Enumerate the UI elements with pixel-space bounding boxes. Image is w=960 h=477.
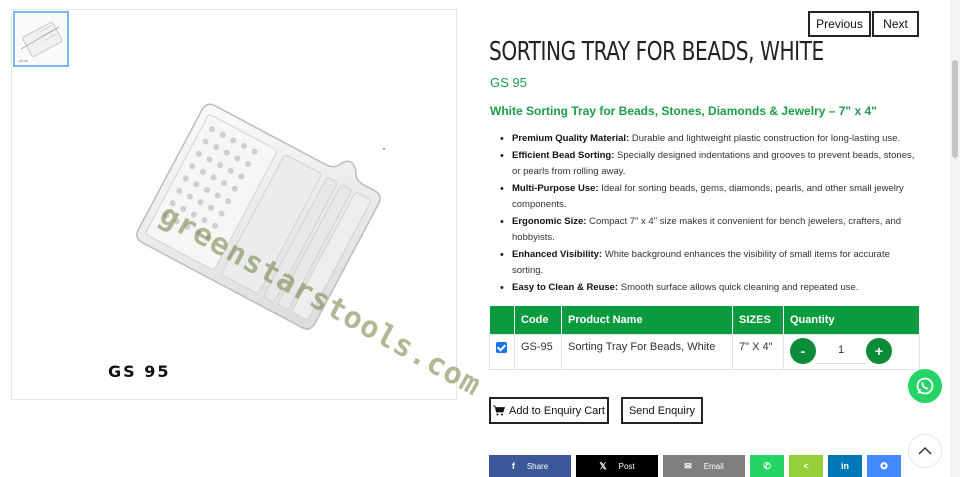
cart-icon xyxy=(493,405,505,416)
quantity-column-header: Quantity xyxy=(783,306,920,334)
facebook-icon: f xyxy=(511,461,515,471)
increase-quantity-button[interactable]: + xyxy=(866,337,892,364)
linkedin-icon: in xyxy=(841,461,849,471)
whatsapp-chat-button[interactable] xyxy=(908,369,942,403)
table-header-row: Code Product Name SIZES Quantity xyxy=(489,306,920,334)
decrease-quantity-button[interactable]: - xyxy=(790,337,816,364)
feature-item: Premium Quality Material: Durable and li… xyxy=(498,131,923,148)
feature-item: Ergonomic Size: Compact 7" x 4" size mak… xyxy=(498,214,923,247)
share-label: Share xyxy=(526,461,549,471)
facebook-share-button[interactable]: f Share xyxy=(489,455,571,477)
previous-button[interactable]: Previous xyxy=(808,11,871,37)
product-subtitle: White Sorting Tray for Beads, Stones, Di… xyxy=(490,104,877,118)
add-to-enquiry-cart-button[interactable]: Add to Enquiry Cart xyxy=(489,397,609,424)
product-table: Code Product Name SIZES Quantity GS-95 S… xyxy=(489,306,920,370)
scrollbar-thumb[interactable] xyxy=(952,60,958,158)
feature-text: Durable and lightweight plastic construc… xyxy=(629,133,901,144)
code-cell: GS-95 xyxy=(514,333,562,370)
whatsapp-icon: ✆ xyxy=(763,460,771,471)
feature-label: Easy to Clean & Reuse: xyxy=(512,281,619,293)
feature-label: Premium Quality Material: xyxy=(512,133,630,144)
feature-list: Premium Quality Material: Durable and li… xyxy=(498,131,923,296)
share-bar: f Share 𝕏 Post ✉ Email ✆ < in ✪ xyxy=(489,455,906,477)
quantity-cell: - + xyxy=(783,333,920,370)
product-thumbnail[interactable]: GS 95 xyxy=(13,11,69,67)
linkedin-share-button[interactable]: in xyxy=(828,455,862,477)
next-button[interactable]: Next xyxy=(872,11,919,37)
share-label: Email xyxy=(703,461,724,471)
product-sku: GS 95 xyxy=(490,75,527,90)
size-cell: 7" X 4" xyxy=(732,333,784,370)
share-icon: < xyxy=(803,461,809,471)
whatsapp-icon xyxy=(916,377,934,395)
product-gallery: GS 95 greenstarstools.com GS 95 xyxy=(11,9,487,403)
feature-item: Easy to Clean & Reuse: Smooth surface al… xyxy=(498,280,923,297)
name-cell: Sorting Tray For Beads, White xyxy=(561,333,733,370)
whatsapp-share-button[interactable]: ✆ xyxy=(750,455,784,477)
svg-text:GS 95: GS 95 xyxy=(19,59,28,63)
quantity-input[interactable] xyxy=(816,337,866,364)
email-share-button[interactable]: ✉ Email xyxy=(663,455,745,477)
x-post-button[interactable]: 𝕏 Post xyxy=(576,455,658,477)
feature-label: Efficient Bead Sorting: xyxy=(512,149,615,161)
image-speck xyxy=(383,148,385,150)
email-icon: ✉ xyxy=(684,460,692,471)
select-cell xyxy=(489,333,515,370)
sharethis-button[interactable]: < xyxy=(789,455,823,477)
messenger-icon: ✪ xyxy=(880,460,888,471)
name-column-header: Product Name xyxy=(561,306,733,334)
feature-label: Enhanced Visibility: xyxy=(512,248,603,260)
product-title: SORTING TRAY FOR BEADS, WHITE xyxy=(489,37,824,67)
chevron-up-icon xyxy=(918,446,932,455)
code-column-header: Code xyxy=(514,306,562,334)
scroll-to-top-button[interactable] xyxy=(908,434,942,468)
product-image xyxy=(112,80,412,340)
feature-item: Efficient Bead Sorting: Specially design… xyxy=(498,148,923,181)
row-checkbox[interactable] xyxy=(496,341,507,353)
select-column-header xyxy=(489,306,515,334)
feature-label: Ergonomic Size: xyxy=(512,215,587,227)
x-icon: 𝕏 xyxy=(599,460,607,471)
send-enquiry-button[interactable]: Send Enquiry xyxy=(621,397,703,424)
image-caption: GS 95 xyxy=(108,362,171,381)
feature-text: Smooth surface allows quick cleaning and… xyxy=(618,281,859,293)
feature-item: Multi-Purpose Use: Ideal for sorting bea… xyxy=(498,181,923,214)
feature-label: Multi-Purpose Use: xyxy=(512,182,599,194)
sizes-column-header: SIZES xyxy=(732,306,784,334)
quantity-stepper: - + xyxy=(790,337,913,364)
messenger-share-button[interactable]: ✪ xyxy=(867,455,901,477)
feature-item: Enhanced Visibility: White background en… xyxy=(498,247,923,280)
table-row: GS-95 Sorting Tray For Beads, White 7" X… xyxy=(489,333,920,370)
add-to-cart-label: Add to Enquiry Cart xyxy=(509,404,605,417)
product-pager: Previous Next xyxy=(808,11,919,37)
share-label: Post xyxy=(618,461,635,471)
